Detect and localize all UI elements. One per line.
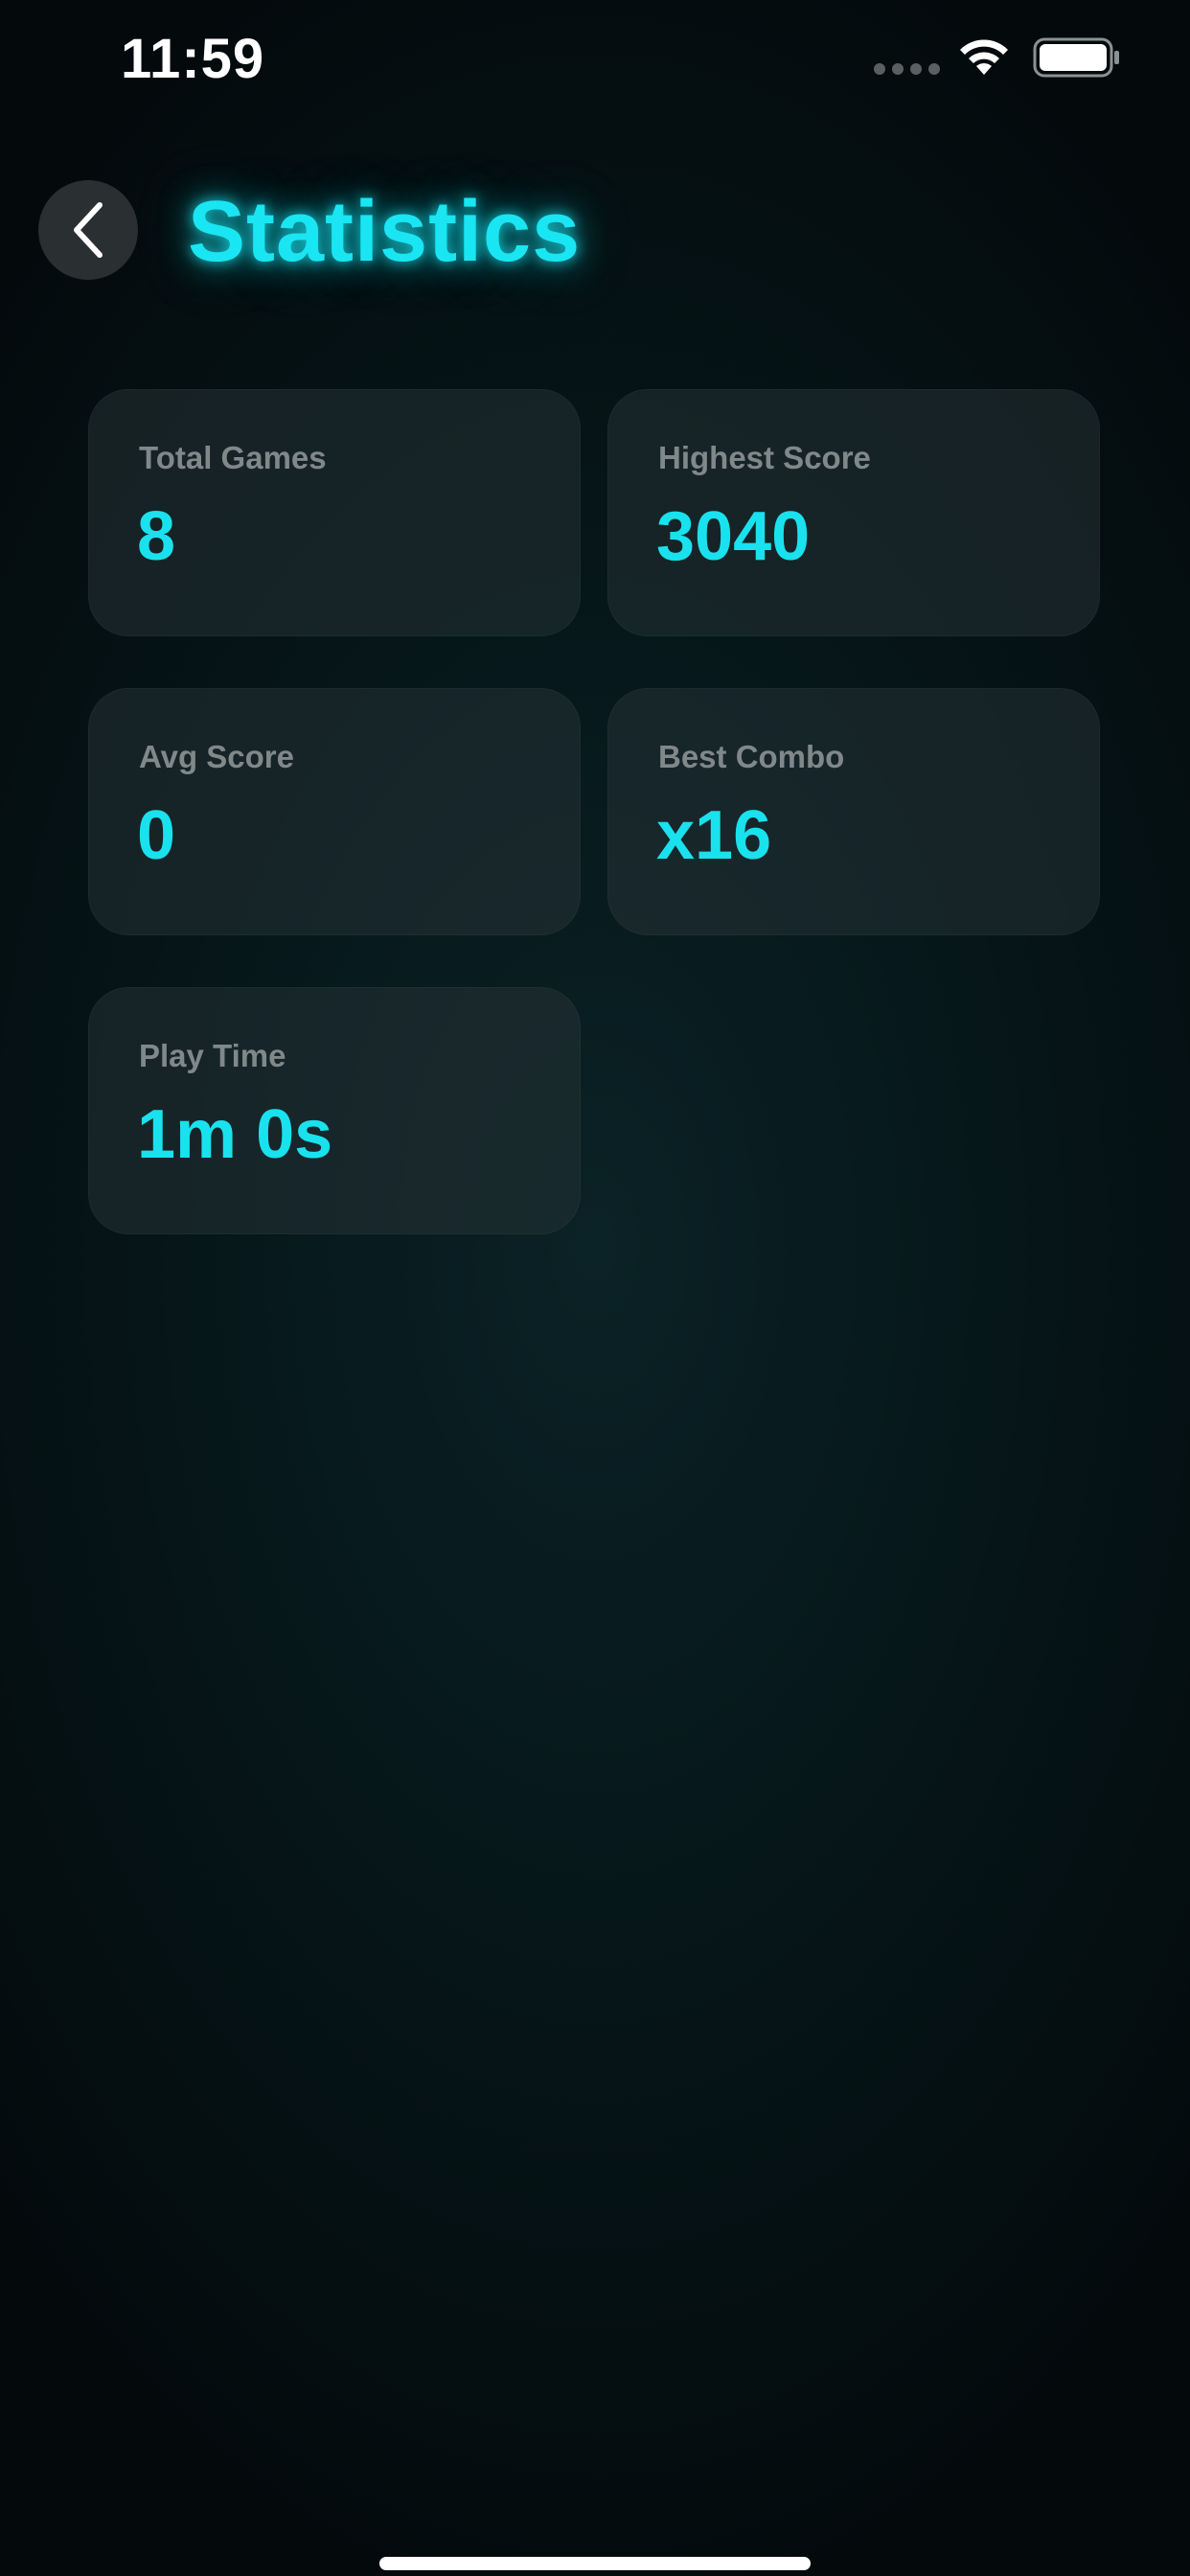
cellular-signal-icon	[874, 63, 940, 75]
stat-card-highest-score: Highest Score 3040	[607, 389, 1100, 636]
home-indicator[interactable]	[379, 2557, 811, 2570]
stat-value: 1m 0s	[137, 1096, 333, 1173]
page-title: Statistics	[188, 184, 582, 280]
stat-card-avg-score: Avg Score 0	[88, 688, 581, 935]
chevron-left-icon	[74, 202, 103, 258]
wifi-icon	[960, 39, 1008, 75]
status-bar: 11:59	[0, 0, 1190, 125]
stat-label: Best Combo	[658, 739, 845, 774]
stat-label: Play Time	[139, 1038, 286, 1073]
stat-value: 0	[137, 797, 176, 874]
status-time: 11:59	[121, 28, 265, 90]
stat-card-best-combo: Best Combo x16	[607, 688, 1100, 935]
stat-value: x16	[656, 797, 772, 874]
stat-value: 3040	[656, 498, 811, 575]
stat-card-play-time: Play Time 1m 0s	[88, 987, 581, 1234]
stat-label: Total Games	[139, 440, 327, 475]
stat-value: 8	[137, 498, 176, 575]
stat-card-total-games: Total Games 8	[88, 389, 581, 636]
stat-label: Avg Score	[139, 739, 295, 774]
stat-label: Highest Score	[658, 440, 871, 475]
back-button[interactable]	[38, 180, 138, 280]
battery-icon	[1033, 37, 1119, 78]
